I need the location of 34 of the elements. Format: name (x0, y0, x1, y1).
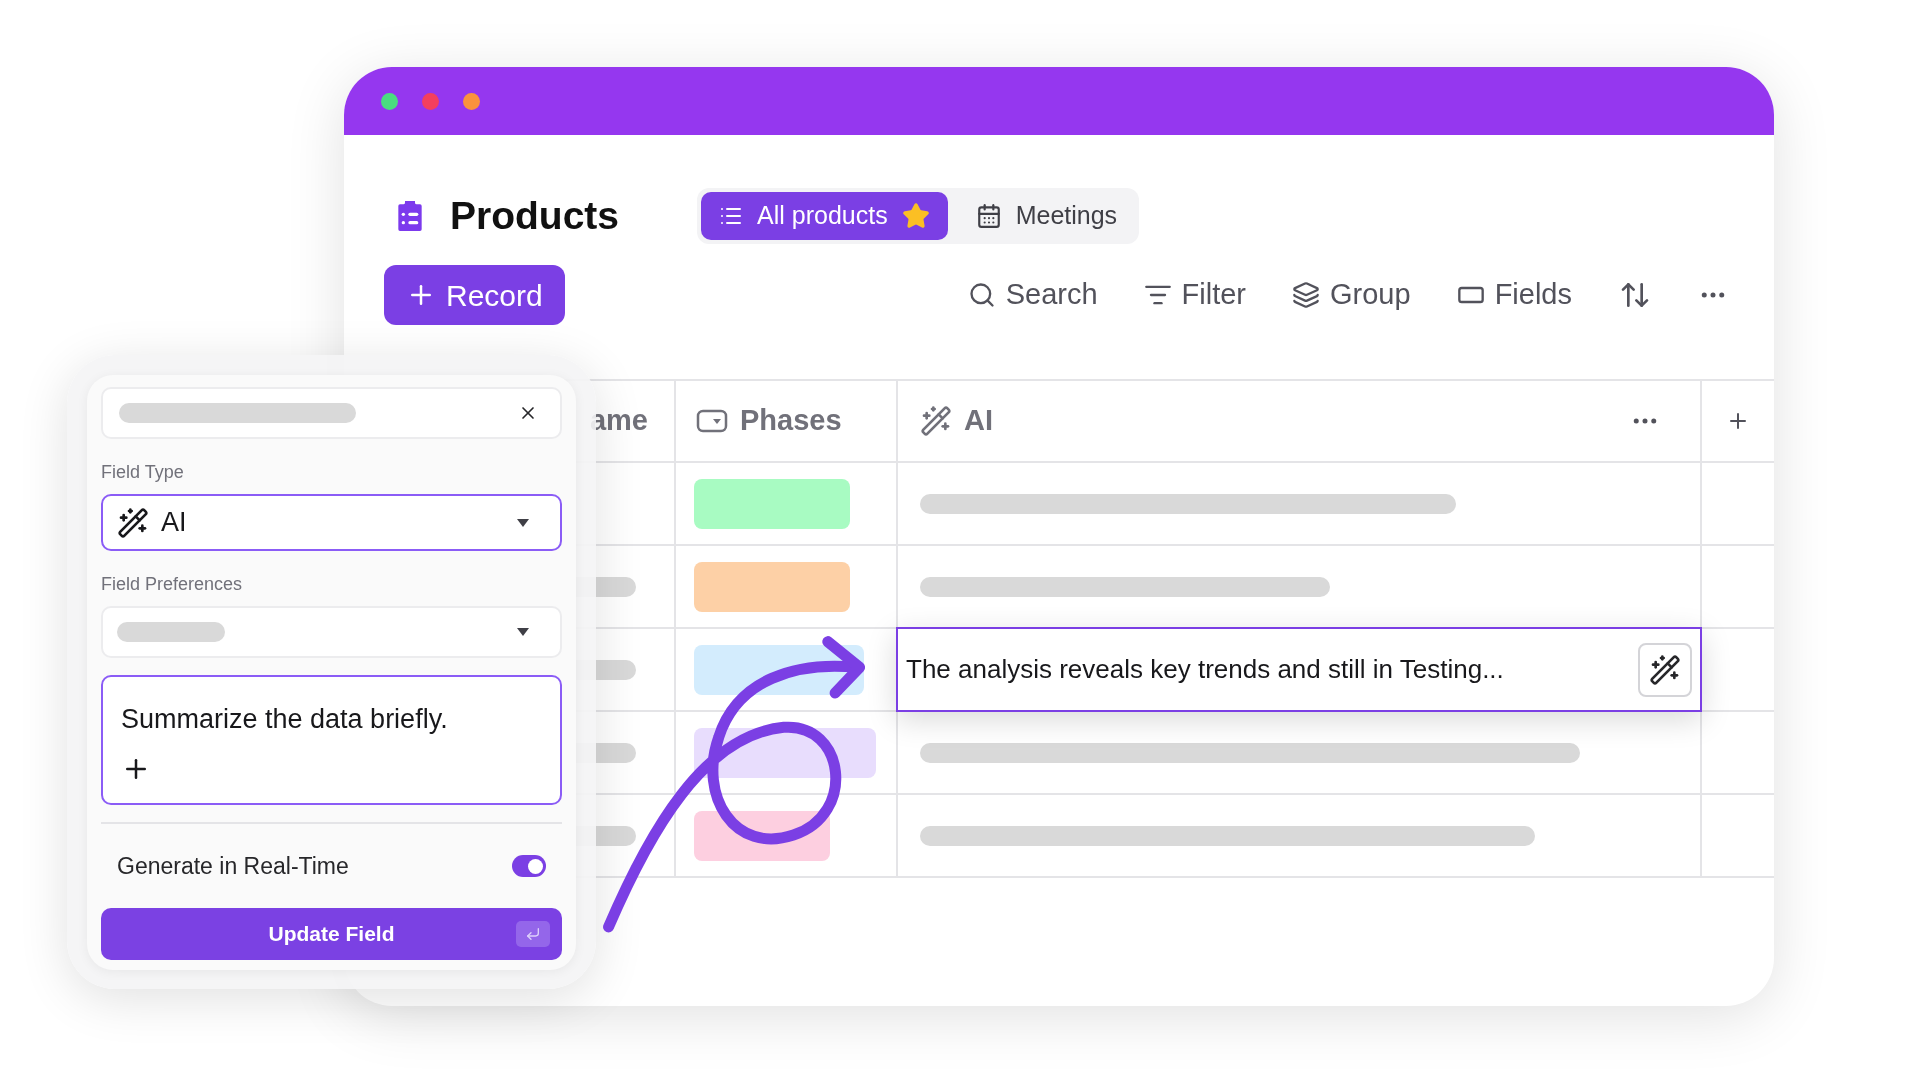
toolbar-button[interactable]: Fields (1456, 273, 1572, 317)
calendar-icon (975, 203, 1002, 229)
generate-button[interactable] (1638, 642, 1692, 697)
realtime-toggle[interactable] (512, 855, 546, 877)
toolbar-button[interactable]: Search (967, 273, 1098, 317)
update-field-button[interactable]: Update Field (101, 908, 562, 960)
add-record-button[interactable]: Record (384, 265, 565, 325)
toolbar-button[interactable]: Group (1292, 273, 1411, 317)
ai-result-text: The analysis reveals key trends and still in Testing... (906, 653, 1504, 686)
caret-icon (516, 627, 530, 637)
caret-icon (516, 517, 530, 528)
magic-wand-icon (117, 506, 149, 539)
column-header: Phases (740, 403, 842, 439)
field-label: Field Type (101, 461, 184, 484)
column-header: AI (964, 403, 993, 439)
select-value: AI (161, 506, 187, 540)
prompt-input[interactable]: Summarize the data briefly. (101, 675, 562, 805)
toggle-label: Generate in Real-Time (117, 851, 349, 881)
prompt-text: Summarize the data briefly. (121, 703, 449, 736)
field-name-input[interactable] (101, 387, 562, 439)
toolbar-button[interactable]: Filter (1143, 273, 1247, 317)
magic-wand-icon (920, 405, 952, 437)
enter-key-icon (516, 921, 550, 947)
layers-icon (1292, 281, 1321, 309)
view-tab[interactable]: All products (701, 192, 948, 240)
ai-cell-editor[interactable]: The analysis reveals key trends and still in Testing... (896, 627, 1702, 712)
page-title: Products (450, 192, 620, 239)
view-tab[interactable]: Meetings (957, 192, 1136, 240)
column-header: ame (589, 403, 648, 439)
magic-wand-icon (1649, 653, 1681, 686)
field-type-select[interactable]: AI (101, 494, 562, 551)
dropdown-field-icon (696, 409, 728, 433)
search-icon (967, 281, 996, 309)
field-label: Field Preferences (101, 573, 243, 596)
